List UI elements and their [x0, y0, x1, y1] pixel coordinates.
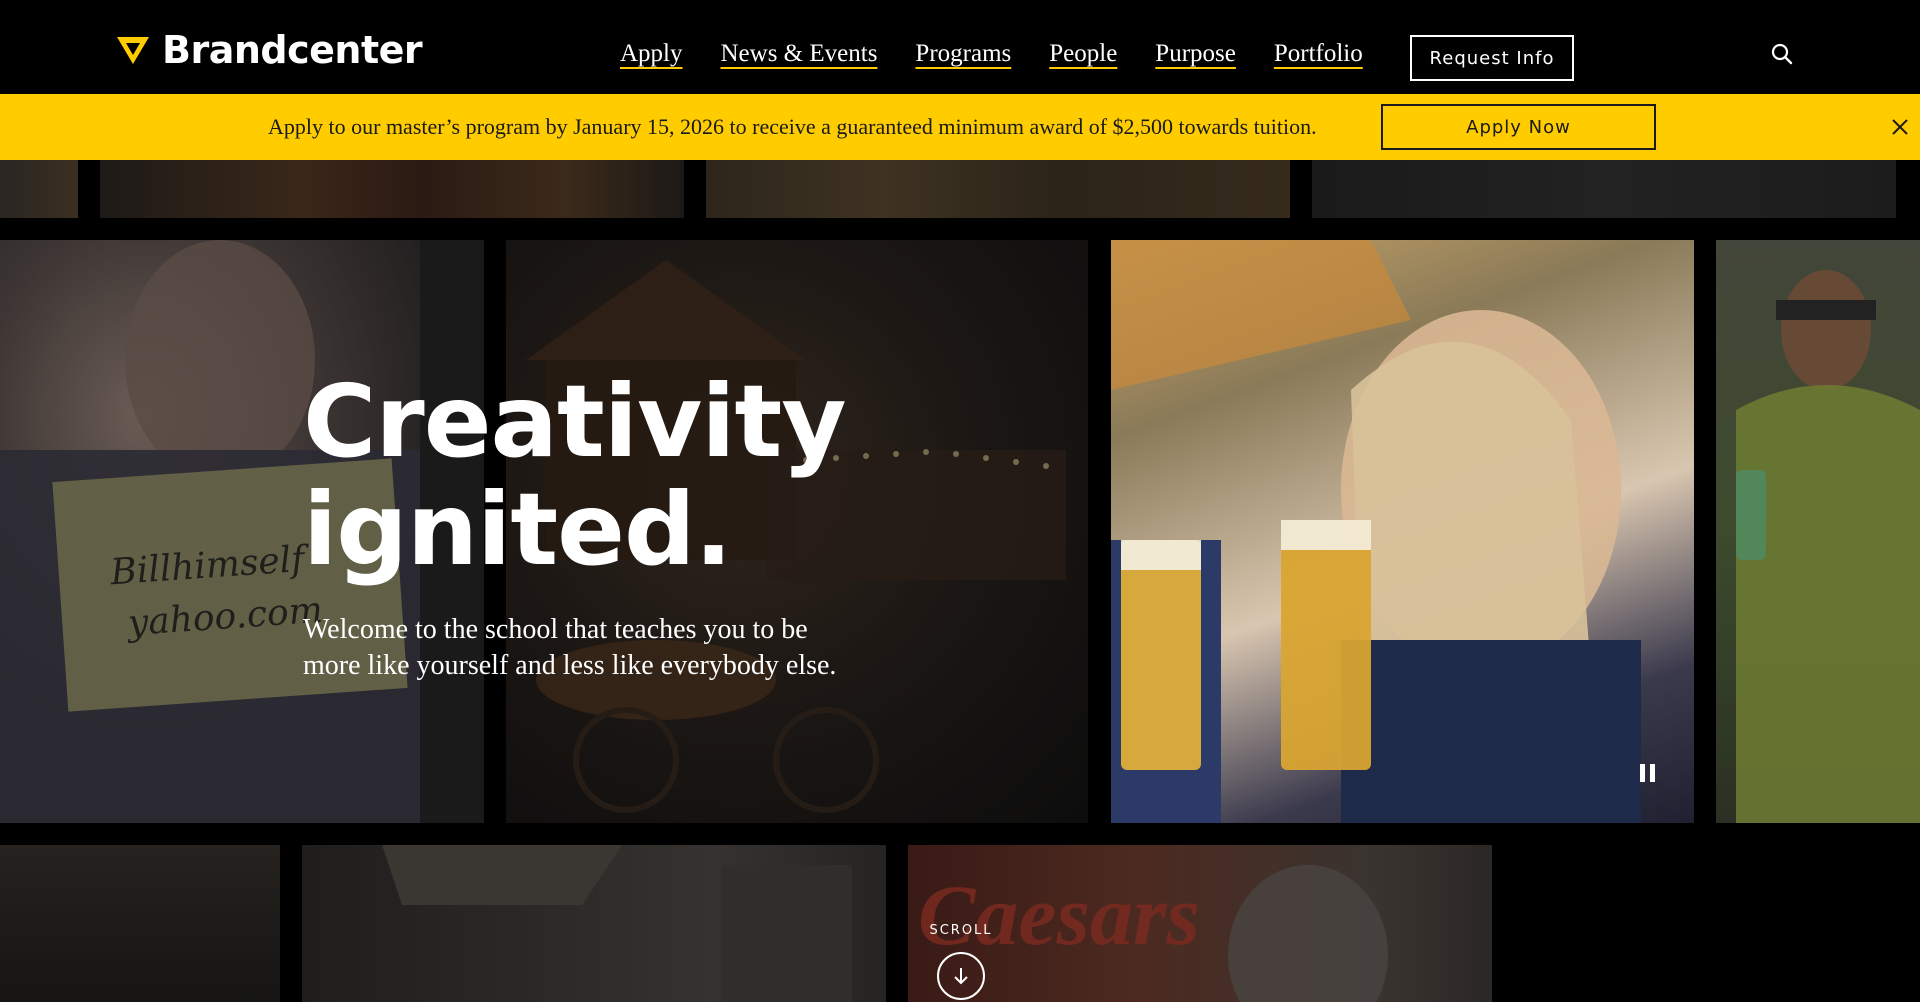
fur-coat-art [1736, 270, 1920, 823]
hero-title-line-1: Creativity [303, 363, 847, 480]
announcement-banner: Apply to our master’s program by January… [0, 94, 1920, 160]
nav-link-people[interactable]: People [1049, 40, 1117, 68]
apply-now-button[interactable]: Apply Now [1381, 104, 1656, 150]
search-icon [1771, 43, 1793, 65]
storefront-person-art [1228, 865, 1388, 1002]
pause-button[interactable] [1636, 764, 1658, 788]
main-nav: Apply News & Events Programs People Purp… [620, 40, 1363, 68]
video-tile-right [1716, 240, 1920, 823]
hero-title-line-2: ignited. [303, 471, 733, 588]
interior-scene-art [382, 845, 852, 1002]
video-tile-beer [1111, 240, 1694, 823]
brandcenter-logo[interactable]: Brandcenter [116, 28, 423, 72]
triangle-logo-icon [117, 37, 149, 64]
nav-link-portfolio[interactable]: Portfolio [1274, 40, 1363, 68]
hero-title: Creativity ignited. [303, 363, 847, 588]
beer-toast-art [1111, 240, 1641, 823]
pause-icon [1639, 764, 1655, 788]
nav-link-apply[interactable]: Apply [620, 40, 683, 68]
scroll-down-button[interactable] [937, 952, 985, 1000]
close-icon[interactable] [1890, 117, 1910, 137]
banner-message: Apply to our master’s program by January… [268, 114, 1317, 139]
nav-link-programs[interactable]: Programs [915, 40, 1011, 68]
video-tile-top-1 [0, 160, 78, 218]
nav-link-purpose[interactable]: Purpose [1155, 40, 1236, 68]
video-tile-bottom-2 [302, 845, 886, 1002]
hero-subtitle: Welcome to the school that teaches you t… [303, 614, 837, 681]
video-tile-top-4 [1312, 160, 1896, 218]
request-info-button[interactable]: Request Info [1410, 35, 1574, 81]
search-button[interactable] [1768, 40, 1796, 68]
video-tile-top-3 [706, 160, 1290, 218]
video-tile-bottom-1 [0, 845, 280, 1002]
handwritten-sign-text: Billhimself yahoo.com [108, 538, 325, 645]
site-header: Brandcenter Apply News & Events Programs… [0, 0, 1920, 94]
video-tile-bottom-3: Caesars [908, 845, 1492, 1002]
arrow-down-icon [954, 968, 968, 985]
logo-text: Brandcenter [162, 28, 423, 72]
scroll-label: SCROLL [929, 923, 993, 938]
nav-link-news-events[interactable]: News & Events [721, 40, 878, 68]
video-tile-top-2 [100, 160, 684, 218]
